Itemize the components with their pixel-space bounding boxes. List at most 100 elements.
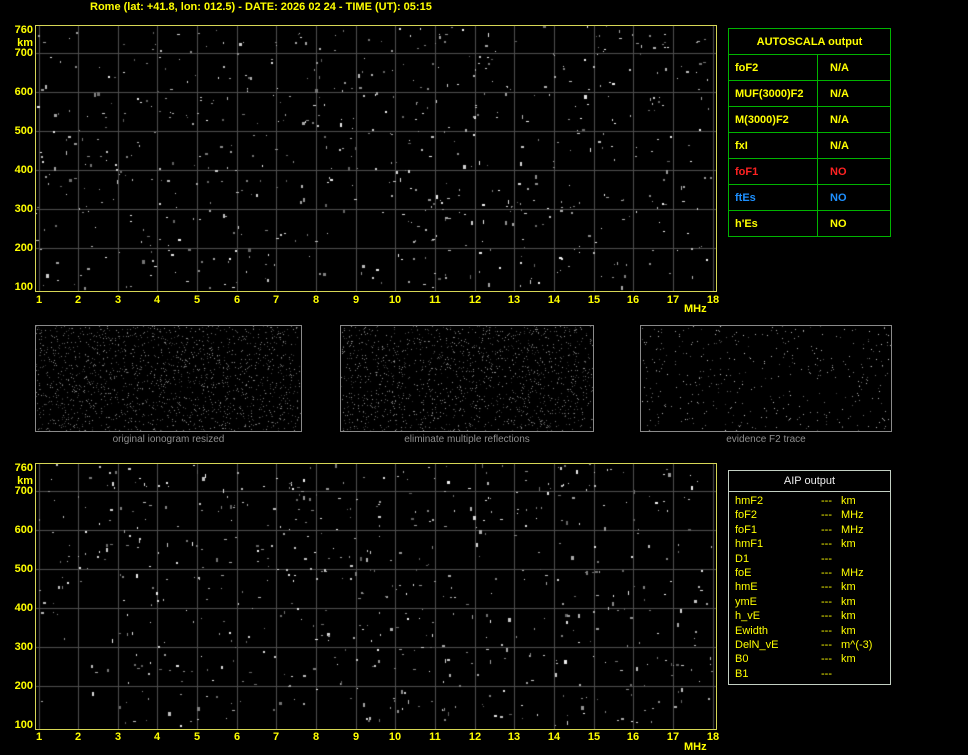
aip-param-value: ---	[821, 538, 832, 551]
panel-caption-original-ionogram: original ionogram resized	[112, 434, 225, 445]
aip-param-value: ---	[821, 566, 832, 579]
x-axis-tick-label: 4	[153, 731, 161, 743]
y-axis-tick-label: 100	[14, 719, 33, 731]
aip-row-hve: h_vE --- km	[729, 609, 890, 623]
panel-evidence-f2-trace	[640, 325, 892, 432]
aip-table-header: AIP output	[729, 471, 890, 492]
x-axis-tick-label: 3	[114, 731, 122, 743]
aip-row-foe: foE --- MHz	[729, 566, 890, 580]
aip-param-value: ---	[821, 667, 832, 680]
autoscala-param-value: N/A	[817, 54, 891, 81]
autoscala-param-label: ftEs	[728, 184, 818, 211]
aip-row-hme: hmE --- km	[729, 580, 890, 594]
autoscala-param-value: N/A	[817, 80, 891, 107]
x-axis-tick-label: 6	[233, 294, 241, 306]
y-axis-tick-label: 700	[14, 485, 33, 497]
y-axis-tick-label: 200	[14, 680, 33, 692]
panel-caption-evidence-f2: evidence F2 trace	[726, 434, 806, 445]
autoscala-param-label: foF1	[728, 158, 818, 185]
autoscala-param-value: NO	[817, 158, 891, 185]
aip-param-unit	[841, 552, 890, 566]
autoscala-row-fof1: foF1 NO	[728, 158, 891, 185]
aip-param-unit: km	[841, 495, 856, 507]
x-axis-tick-label: 2	[74, 294, 82, 306]
y-axis-tick-label: 760	[14, 462, 33, 474]
x-axis-tick-label: 9	[352, 731, 360, 743]
autoscala-param-label: foF2	[728, 54, 818, 81]
aip-param-value: ---	[821, 523, 832, 536]
aip-param-label: Ewidth	[735, 624, 769, 637]
aip-param-label: h_vE	[735, 610, 761, 623]
x-axis-tick-label: 17	[666, 294, 680, 306]
aip-param-unit: MHz	[841, 523, 864, 536]
aip-row-fof1: foF1 --- MHz	[729, 523, 890, 537]
autoscala-table-header: AUTOSCALA output	[728, 28, 891, 55]
aip-param-label: foE	[735, 566, 752, 579]
ionogram-bottom-plot	[35, 463, 717, 730]
y-axis-tick-label: 700	[14, 47, 33, 59]
autoscala-param-label: M(3000)F2	[728, 106, 818, 133]
autoscala-param-label: MUF(3000)F2	[728, 80, 818, 107]
x-axis-tick-label: 10	[388, 731, 402, 743]
x-axis-tick-label: 14	[547, 731, 561, 743]
aip-param-unit: km	[841, 610, 856, 623]
autoscala-param-label: fxI	[728, 132, 818, 159]
x-axis-tick-label: 10	[388, 294, 402, 306]
aip-param-unit: km	[841, 653, 856, 666]
autoscala-param-value: N/A	[817, 132, 891, 159]
x-axis-tick-label: 12	[468, 294, 482, 306]
aip-row-yme: ymE --- km	[729, 595, 890, 609]
aip-param-value: ---	[821, 495, 832, 507]
y-axis-tick-label: 600	[14, 524, 33, 536]
autoscala-param-value: NO	[817, 210, 891, 237]
autoscala-row-fxi: fxI N/A	[728, 132, 891, 159]
y-axis-tick-label: 300	[14, 203, 33, 215]
x-axis-tick-label: 8	[312, 294, 320, 306]
aip-param-label: foF2	[735, 509, 758, 522]
x-axis-tick-label: 4	[153, 294, 161, 306]
x-axis-tick-label: 13	[507, 294, 521, 306]
aip-param-unit: km	[841, 624, 856, 637]
aip-param-value: ---	[821, 610, 832, 623]
aip-param-unit	[841, 667, 890, 681]
x-axis-tick-label: 8	[312, 731, 320, 743]
aip-param-value: ---	[821, 552, 832, 565]
x-axis-tick-label: 15	[587, 731, 601, 743]
x-axis-tick-label: 1	[35, 731, 43, 743]
y-axis-tick-label: 100	[14, 281, 33, 293]
aip-param-unit: m^(-3)	[841, 638, 873, 651]
x-axis-tick-label: 3	[114, 294, 122, 306]
aip-param-value: ---	[821, 581, 832, 594]
autoscala-app-window: Rome (lat: +41.8, lon: 012.5) - DATE: 20…	[0, 0, 968, 755]
aip-row-hmf2: hmF2 --- km	[729, 494, 890, 508]
autoscala-row-muf3000f2: MUF(3000)F2 N/A	[728, 80, 891, 107]
aip-row-ewidth: Ewidth --- km	[729, 624, 890, 638]
autoscala-param-value: NO	[817, 184, 891, 211]
autoscala-param-label: h'Es	[728, 210, 818, 237]
panel-eliminate-multiple-reflections	[340, 325, 594, 432]
autoscala-row-m3000f2: M(3000)F2 N/A	[728, 106, 891, 133]
panel-caption-eliminate-reflections: eliminate multiple reflections	[404, 434, 530, 445]
autoscala-header-row: AUTOSCALA output	[728, 28, 891, 55]
aip-param-label: foF1	[735, 523, 758, 536]
aip-row-hmf1: hmF1 --- km	[729, 537, 890, 551]
station-date-time-title: Rome (lat: +41.8, lon: 012.5) - DATE: 20…	[90, 1, 432, 13]
y-axis-tick-label: 500	[14, 125, 33, 137]
x-axis-tick-label: 11	[429, 731, 441, 743]
aip-param-label: DelN_vE	[735, 638, 779, 651]
x-axis-tick-label: 5	[193, 731, 201, 743]
aip-param-label: D1	[735, 552, 750, 565]
y-axis-tick-label: 300	[14, 641, 33, 653]
aip-param-value: ---	[821, 653, 832, 666]
x-axis-tick-label: 1	[35, 294, 43, 306]
aip-param-label: hmF1	[735, 538, 764, 551]
x-axis-tick-label: 2	[74, 731, 82, 743]
aip-param-label: B1	[735, 667, 749, 680]
aip-output-table: AIP output hmF2 --- km foF2 --- MHz foF1 --- MHz…	[728, 470, 891, 686]
y-axis-tick-label: 600	[14, 86, 33, 98]
x-axis-tick-label: 18	[706, 294, 720, 306]
aip-param-unit: km	[841, 538, 856, 551]
x-axis-tick-label: 17	[666, 731, 680, 743]
aip-row-b1: B1 ---	[729, 667, 890, 681]
aip-param-value: ---	[821, 624, 832, 637]
